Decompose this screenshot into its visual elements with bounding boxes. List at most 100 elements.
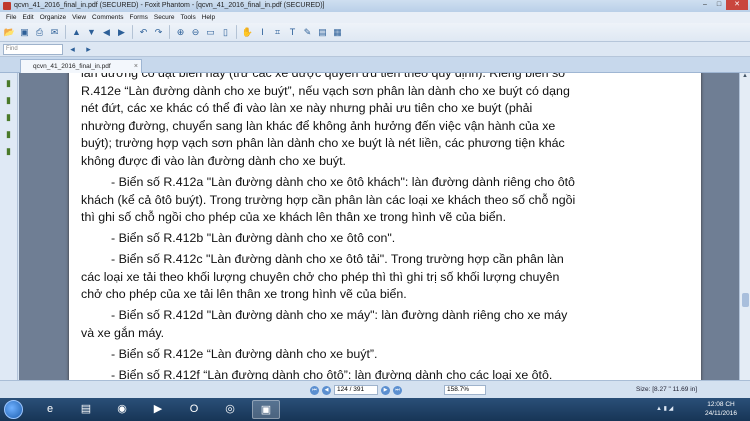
menu-view[interactable]: View: [72, 14, 86, 21]
document-line: chở cho phép của xe tải lên thân xe tron…: [81, 287, 407, 301]
opera-browser-icon[interactable]: O: [180, 400, 208, 419]
toolbar-divider: [132, 25, 133, 39]
back-icon[interactable]: ◀: [100, 26, 113, 39]
vertical-scrollbar[interactable]: ▲: [739, 73, 750, 380]
close-tab-icon[interactable]: ×: [134, 60, 138, 73]
foxit-taskbar-icon[interactable]: ▣: [252, 400, 280, 419]
document-line: - Biển số R.412f “Làn đường dành cho ôtô…: [111, 368, 553, 380]
toolbar-divider: [65, 25, 66, 39]
document-line: buýt); trường hợp vạch sơn phân làn dành…: [81, 136, 565, 150]
toolbar-divider: [169, 25, 170, 39]
menu-file[interactable]: File: [6, 14, 16, 21]
document-line: khách (kể cả ôtô buýt). Trong trường hợp…: [81, 193, 576, 207]
document-line: nét đứt, các xe khác có thể đi vào làn x…: [81, 101, 533, 115]
snapshot-icon[interactable]: ⌗: [271, 26, 284, 39]
menu-tools[interactable]: Tools: [181, 14, 196, 21]
menu-bar: File Edit Organize View Comments Forms S…: [0, 12, 750, 23]
document-line: thì ghi số chỗ ngồi cho phép của xe khác…: [81, 210, 507, 224]
scroll-up-icon[interactable]: ▲: [740, 73, 750, 83]
clock-time: 12:08 CH: [707, 401, 735, 408]
print-icon[interactable]: ⎙: [33, 26, 46, 39]
system-tray-icons[interactable]: ▲ ▮ ◢: [656, 405, 673, 412]
file-explorer-icon[interactable]: ▤: [72, 400, 100, 419]
fit-width-icon[interactable]: ▯: [219, 26, 232, 39]
menu-organize[interactable]: Organize: [40, 14, 66, 21]
page-up-icon[interactable]: ▲: [70, 26, 83, 39]
highlight-icon[interactable]: ▤: [316, 26, 329, 39]
pages-panel-icon[interactable]: ▮: [3, 78, 14, 90]
windows-taskbar: e ▤ ◉ ▶ O ◎ ▣ ▲ ▮ ◢ 12:08 CH 24/11/2016: [0, 398, 750, 421]
layers-panel-icon[interactable]: ▮: [3, 112, 14, 124]
attachments-panel-icon[interactable]: ▮: [3, 146, 14, 158]
document-line: và xe gắn máy.: [81, 326, 165, 340]
page-navigation: ⏮ ◀ 124 / 391 ▶ ⏭: [310, 385, 402, 395]
next-page-icon[interactable]: ▶: [381, 385, 390, 395]
page-down-icon[interactable]: ▼: [85, 26, 98, 39]
first-page-icon[interactable]: ⏮: [310, 385, 319, 395]
chrome-browser-icon[interactable]: ◎: [216, 400, 244, 419]
minimize-button[interactable]: –: [698, 0, 712, 10]
menu-secure[interactable]: Secure: [154, 14, 175, 21]
zoom-field[interactable]: 158.7%: [444, 385, 486, 395]
page-number-field[interactable]: 124 / 391: [334, 385, 378, 395]
document-line: - Biển số R.412e “Làn đường dành cho xe …: [111, 347, 378, 361]
document-line: - Biển số R.412a "Làn đường dành cho xe …: [111, 175, 575, 189]
undo-icon[interactable]: ↶: [137, 26, 150, 39]
hand-tool-icon[interactable]: ✋: [241, 26, 254, 39]
find-next-icon[interactable]: ▸: [82, 43, 95, 56]
title-bar: qcvn_41_2016_final_in.pdf (SECURED) - Fo…: [0, 0, 750, 12]
document-line: không được đi vào làn đường dành cho xe …: [81, 154, 346, 168]
internet-explorer-icon[interactable]: e: [36, 400, 64, 419]
open-icon[interactable]: 📂: [3, 26, 16, 39]
close-window-button[interactable]: ✕: [726, 0, 748, 10]
taskbar-clock[interactable]: 12:08 CH 24/11/2016: [700, 400, 742, 418]
foxit-app-icon: [3, 2, 11, 10]
stamp-icon[interactable]: ▦: [331, 26, 344, 39]
find-toolbar: Find ◂ ▸: [0, 42, 750, 57]
media-player-icon[interactable]: ▶: [144, 400, 172, 419]
coccoc-browser-icon[interactable]: ◉: [108, 400, 136, 419]
navigation-panel: ▮ ▮ ▮ ▮ ▮: [0, 73, 18, 380]
last-page-icon[interactable]: ⏭: [393, 385, 402, 395]
status-bar: ⏮ ◀ 124 / 391 ▶ ⏭ 158.7% Size: [8.27 " 1…: [0, 380, 750, 398]
document-line: làn đường có đặt biển này (trừ các xe đư…: [81, 73, 566, 80]
menu-forms[interactable]: Forms: [129, 14, 147, 21]
maximize-button[interactable]: □: [712, 0, 726, 10]
menu-edit[interactable]: Edit: [22, 14, 33, 21]
pdf-page: làn đường có đặt biển này (trừ các xe đư…: [69, 73, 701, 380]
find-previous-icon[interactable]: ◂: [66, 43, 79, 56]
email-icon[interactable]: ✉: [48, 26, 61, 39]
select-text-icon[interactable]: I: [256, 26, 269, 39]
save-icon[interactable]: ▣: [18, 26, 31, 39]
document-line: - Biển số R.412b "Làn đường dành cho xe …: [111, 231, 396, 245]
scrollbar-thumb[interactable]: [742, 293, 749, 307]
window-title: qcvn_41_2016_final_in.pdf (SECURED) - Fo…: [14, 2, 325, 9]
window-controls: – □ ✕: [698, 0, 748, 11]
main-toolbar: 📂 ▣ ⎙ ✉ ▲ ▼ ◀ ▶ ↶ ↷ ⊕ ⊖ ▭ ▯ ✋ I ⌗ T ✎ ▤ …: [0, 23, 750, 42]
forward-icon[interactable]: ▶: [115, 26, 128, 39]
zoom-in-icon[interactable]: ⊕: [174, 26, 187, 39]
document-line: nhường đường, chuyển sang làn khác để kh…: [81, 119, 556, 133]
document-line: - Biển số R.412c "Làn đường dành cho xe …: [111, 252, 564, 266]
document-line: các loại xe tải theo khối lượng chuyên c…: [81, 270, 560, 284]
menu-help[interactable]: Help: [202, 14, 215, 21]
start-button[interactable]: [4, 400, 23, 419]
document-tabstrip: qcvn_41_2016_final_in.pdf (SECURED) ×: [0, 57, 750, 83]
previous-page-icon[interactable]: ◀: [322, 385, 331, 395]
document-tab[interactable]: qcvn_41_2016_final_in.pdf (SECURED) ×: [20, 59, 142, 83]
toolbar-divider: [236, 25, 237, 39]
find-input[interactable]: Find: [3, 43, 63, 55]
page-size-label: Size: [8.27 " 11.69 in]: [636, 386, 698, 393]
zoom-out-icon[interactable]: ⊖: [189, 26, 202, 39]
comments-panel-icon[interactable]: ▮: [3, 129, 14, 141]
note-icon[interactable]: ✎: [301, 26, 314, 39]
document-line: - Biển số R.412d "Làn đường dành cho xe …: [111, 308, 568, 322]
document-line: R.412e “Làn đường dành cho xe buýt”, nếu…: [81, 84, 570, 98]
menu-comments[interactable]: Comments: [92, 14, 123, 21]
fit-page-icon[interactable]: ▭: [204, 26, 217, 39]
document-view[interactable]: làn đường có đặt biển này (trừ các xe đư…: [19, 73, 739, 380]
typewriter-icon[interactable]: T: [286, 26, 299, 39]
bookmarks-panel-icon[interactable]: ▮: [3, 95, 14, 107]
redo-icon[interactable]: ↷: [152, 26, 165, 39]
clock-date: 24/11/2016: [704, 410, 738, 417]
